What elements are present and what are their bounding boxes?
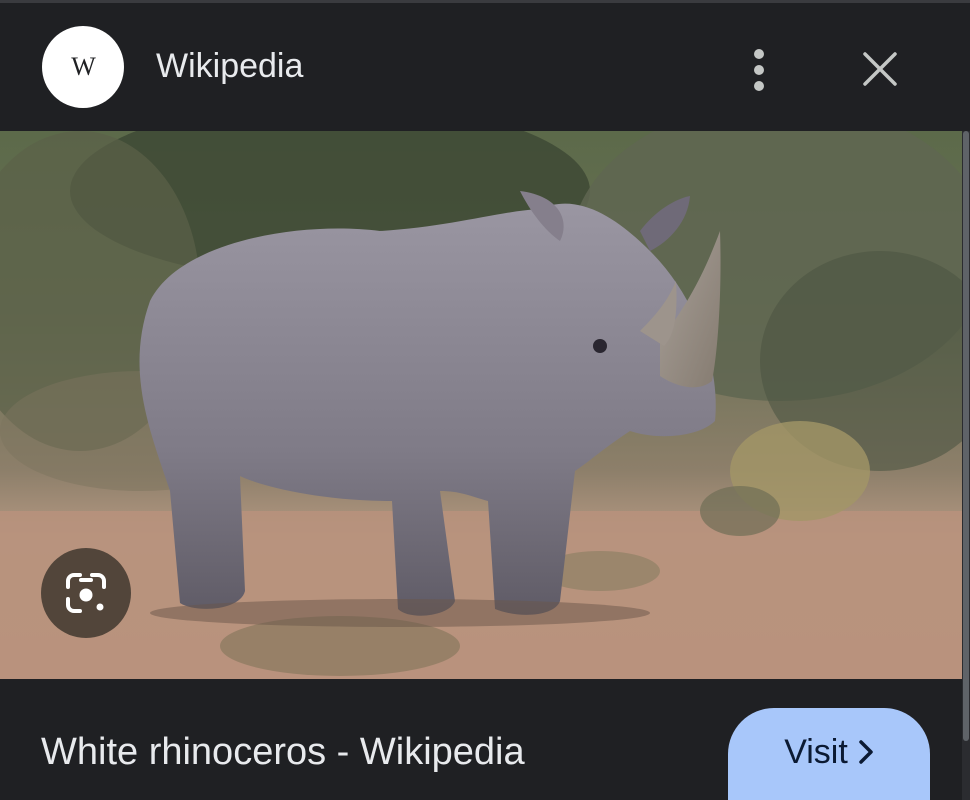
rhinoceros-photo [0, 131, 962, 679]
chevron-right-icon [859, 740, 873, 764]
google-lens-icon [66, 573, 106, 613]
site-logo-letter: W [71, 52, 96, 81]
header-bar: W Wikipedia [0, 3, 970, 131]
more-vert-icon [754, 49, 764, 91]
close-icon [863, 52, 897, 86]
result-image[interactable] [0, 131, 962, 679]
scrollbar-thumb[interactable] [963, 131, 969, 741]
visit-button[interactable]: Visit [728, 708, 930, 800]
lens-search-button[interactable] [41, 548, 131, 638]
site-name[interactable]: Wikipedia [156, 47, 303, 86]
result-title[interactable]: White rhinoceros - Wikipedia [41, 731, 525, 774]
site-logo[interactable]: W [42, 26, 124, 108]
visit-button-label: Visit [784, 732, 848, 771]
close-button[interactable] [856, 45, 904, 93]
more-options-button[interactable] [738, 43, 780, 97]
